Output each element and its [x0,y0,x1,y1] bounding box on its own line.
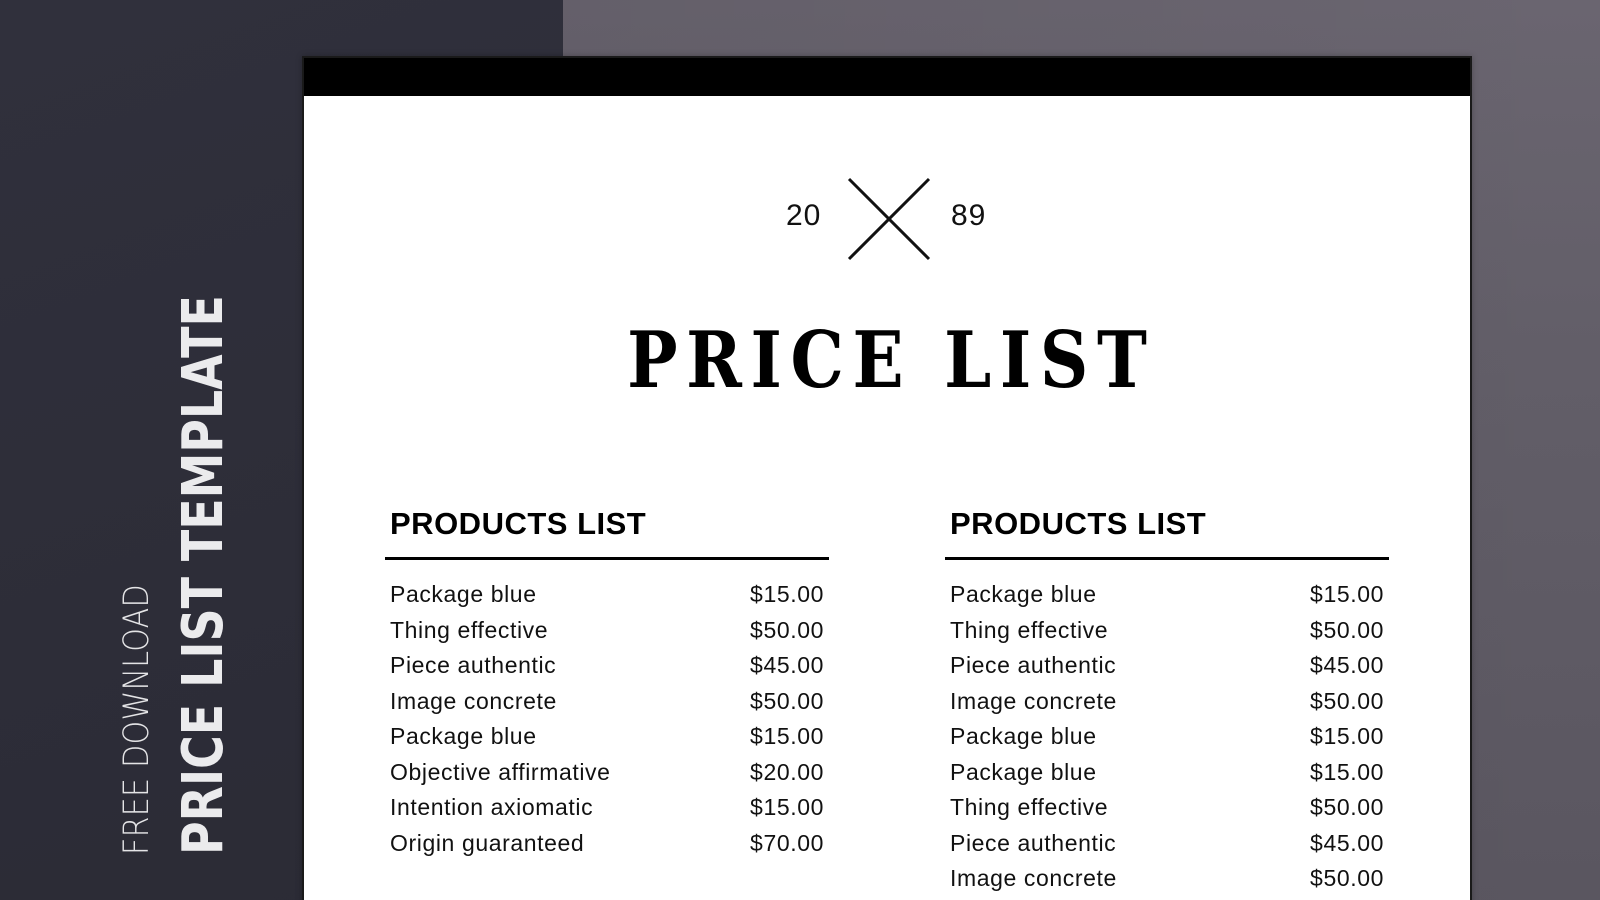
product-row: Objective affirmative $20.00 [385,755,829,791]
product-price: $15.00 [750,581,824,607]
product-row: Package blue $15.00 [385,719,829,755]
product-price: $50.00 [1310,616,1384,643]
product-price: $45.00 [1310,829,1384,856]
products-list-right: PRODUCTS LIST Package blue $15.00 Thing ef… [945,506,1389,897]
product-name: Objective affirmative [390,758,611,785]
product-name: Package blue [950,723,1097,749]
product-price: $45.00 [1310,652,1384,678]
product-price: $70.00 [750,829,824,856]
product-price: $15.00 [750,794,824,820]
product-row: Package blue $15.00 [945,577,1389,613]
product-name: Piece authentic [950,652,1117,678]
products-list-heading: PRODUCTS LIST [390,506,647,541]
product-price: $15.00 [1310,581,1384,607]
heading-divider [945,557,1389,560]
document-title: PRICE LIST [627,315,1156,406]
product-row: Piece authentic $45.00 [945,648,1389,684]
product-row: Thing effective $50.00 [385,613,829,649]
product-name: Package blue [390,581,537,607]
product-name: Piece authentic [390,652,557,678]
year-left: 20 [786,199,822,232]
product-row: Image concrete $50.00 [945,861,1389,897]
product-row: Package blue $15.00 [385,577,829,613]
product-row: Thing effective $50.00 [945,790,1389,826]
products-list-heading: PRODUCTS LIST [950,506,1207,541]
product-name: Thing effective [950,794,1109,820]
product-name: Package blue [950,758,1097,785]
document-header-bar [304,58,1470,96]
product-row: Thing effective $50.00 [945,613,1389,649]
product-rows: Package blue $15.00 Thing effective $50.00 P… [945,577,1389,897]
product-name: Intention axiomatic [390,794,594,820]
heading-divider [385,557,829,560]
year-right: 89 [951,199,987,232]
product-rows: Package blue $15.00 Thing effective $50.00 P… [385,577,829,861]
product-name: Thing effective [950,616,1109,643]
product-price: $15.00 [1310,723,1384,749]
product-price: $50.00 [1310,865,1384,891]
product-name: Image concrete [950,865,1117,891]
product-price: $50.00 [750,616,824,643]
products-list-left: PRODUCTS LIST Package blue $15.00 Thing ef… [385,506,829,861]
product-price: $45.00 [750,652,824,678]
price-list-document: 20 89 PRICE LIST PRODUCTS LIST Package b… [302,56,1472,900]
product-row: Package blue $15.00 [945,755,1389,791]
product-row: Image concrete $50.00 [385,684,829,720]
product-name: Piece authentic [950,829,1117,856]
product-row: Package blue $15.00 [945,719,1389,755]
product-price: $50.00 [750,687,824,714]
product-name: Image concrete [390,687,557,714]
product-row: Piece authentic $45.00 [385,648,829,684]
product-price: $50.00 [1310,794,1384,820]
x-mark-icon [847,177,931,261]
sidebar-title: PRICE LIST TEMPLATE [171,295,236,855]
product-name: Origin guaranteed [390,829,585,856]
product-row: Piece authentic $45.00 [945,826,1389,862]
product-row: Origin guaranteed $70.00 [385,826,829,862]
product-price: $15.00 [750,723,824,749]
product-row: Intention axiomatic $15.00 [385,790,829,826]
sidebar-subtitle: FREE DOWNLOAD [117,584,157,855]
product-price: $50.00 [1310,687,1384,714]
product-name: Package blue [950,581,1097,607]
product-row: Image concrete $50.00 [945,684,1389,720]
product-price: $15.00 [1310,758,1384,785]
product-name: Package blue [390,723,537,749]
product-name: Image concrete [950,687,1117,714]
product-price: $20.00 [750,758,824,785]
product-name: Thing effective [390,616,549,643]
